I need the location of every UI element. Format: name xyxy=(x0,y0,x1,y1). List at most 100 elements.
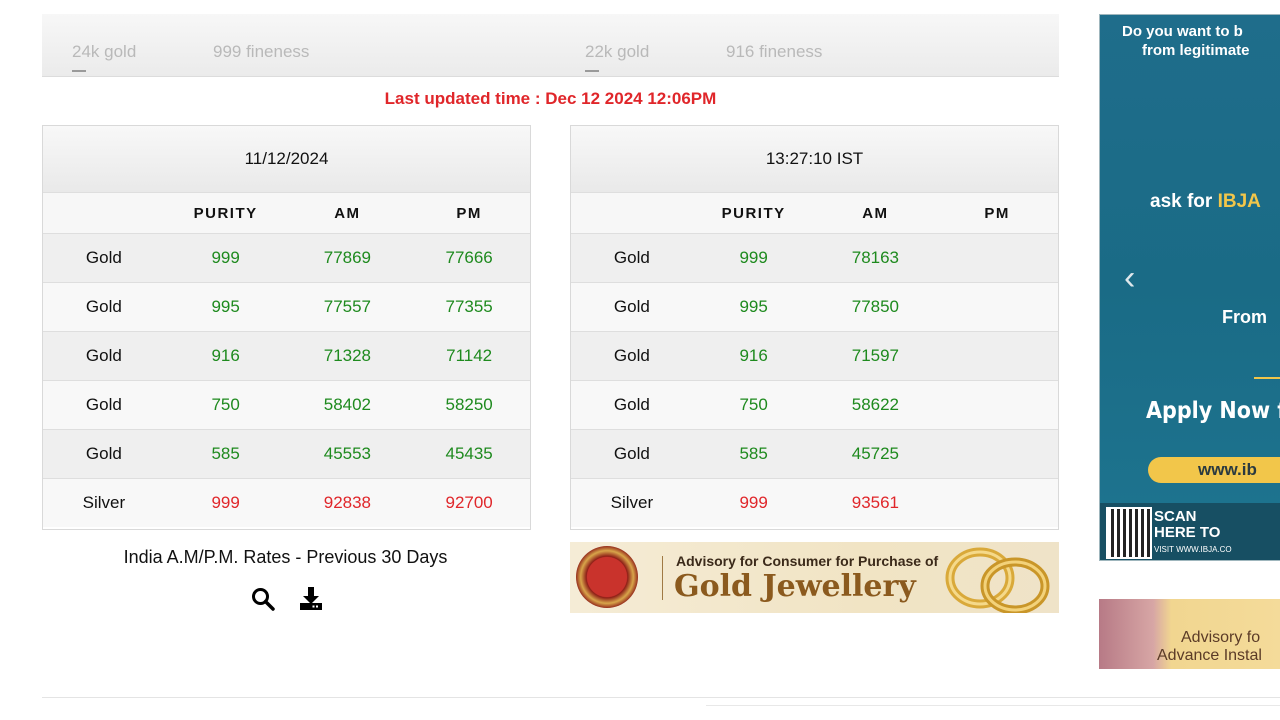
purity-cell: 995 xyxy=(739,297,768,316)
ad-ask-for: ask for IBJA xyxy=(1150,191,1261,213)
pm-rate-cell xyxy=(936,332,1058,380)
table-row: Silver 999 92838 92700 xyxy=(43,479,530,527)
table-time: 13:27:10 IST xyxy=(571,126,1058,193)
metal-cell: Gold xyxy=(613,444,650,463)
advisory-banner[interactable]: Advisory for Consumer for Purchase of Go… xyxy=(570,542,1059,613)
am-rate-cell: 45725 xyxy=(851,444,900,463)
pm-rate-cell: 77666 xyxy=(445,248,493,267)
header-am: AM xyxy=(334,204,361,222)
purity-cell: 585 xyxy=(739,444,768,463)
header-metal xyxy=(43,193,165,233)
last-updated-time: Last updated time : Dec 12 2024 12:06PM xyxy=(384,89,717,108)
table-row: Gold 585 45553 45435 xyxy=(43,430,530,479)
ad-headline2: from legitimate xyxy=(1142,42,1250,59)
ad-scan-line1: SCAN xyxy=(1154,508,1197,525)
pm-rate-cell xyxy=(936,283,1058,331)
table-row: Gold 999 77869 77666 xyxy=(43,234,530,283)
purity-cell: 999 xyxy=(211,248,240,267)
am-rate-cell: 77557 xyxy=(323,297,372,316)
pm-rate-cell xyxy=(936,430,1058,478)
ad2-line1: Advisory fo xyxy=(1181,629,1261,646)
table-row: Gold 750 58622 xyxy=(571,381,1058,430)
header-am: AM xyxy=(862,204,889,222)
tab-indicator xyxy=(72,70,86,72)
download-icon[interactable] xyxy=(298,586,324,612)
am-rate-cell: 45553 xyxy=(323,444,372,463)
am-rate-cell: 93561 xyxy=(851,493,900,512)
table-row: Gold 750 58402 58250 xyxy=(43,381,530,430)
header-pm: PM xyxy=(456,204,482,222)
ibja-seal-logo xyxy=(576,546,638,608)
qr-code-icon xyxy=(1106,507,1152,559)
carousel-prev-arrow[interactable]: ‹ xyxy=(1124,261,1150,295)
pm-rate-cell: 77355 xyxy=(445,297,493,316)
ad-apply-now: Apply Now f xyxy=(1146,398,1280,424)
divider xyxy=(662,556,663,600)
purity-cell: 999 xyxy=(739,493,768,512)
previous-rates-table: 11/12/2024 PURITY AM PM Gold 999 77869 7… xyxy=(42,125,531,530)
am-rate-cell: 58622 xyxy=(851,395,900,414)
ad-ask-prefix: ask for xyxy=(1150,191,1218,212)
metal-cell: Gold xyxy=(613,395,650,414)
am-rate-cell: 58402 xyxy=(323,395,372,414)
tab-999-fineness[interactable]: 999 fineness xyxy=(213,42,309,62)
tab-916-fineness[interactable]: 916 fineness xyxy=(726,42,822,62)
ad-visit: VISIT WWW.IBJA.CO xyxy=(1154,545,1232,554)
purity-cell: 999 xyxy=(739,248,768,267)
table-header-row: PURITY AM PM xyxy=(43,193,530,234)
pm-rate-cell xyxy=(936,381,1058,429)
pm-rate-cell: 58250 xyxy=(445,395,493,414)
advisory-line1: Advisory for Consumer for Purchase of xyxy=(676,553,939,569)
table-date: 11/12/2024 xyxy=(43,126,530,193)
header-purity: PURITY xyxy=(193,204,258,222)
rate-actions xyxy=(250,586,324,612)
am-rate-cell: 71597 xyxy=(851,346,900,365)
metal-cell: Gold xyxy=(85,248,122,267)
ad-divider xyxy=(1254,377,1280,379)
previous-30-days-link[interactable]: India A.M/P.M. Rates - Previous 30 Days xyxy=(42,547,529,568)
purity-cell: 999 xyxy=(211,493,240,512)
ad-scan: SCAN HERE TO xyxy=(1154,509,1220,541)
metal-cell: Gold xyxy=(85,395,122,414)
advisory-line2: Gold Jewellery xyxy=(674,569,916,604)
table-row: Gold 585 45725 xyxy=(571,430,1058,479)
table-body: Gold 999 78163 Gold 995 77850 Gold 916 7… xyxy=(571,234,1058,527)
advisory-advertisement[interactable]: Advisory fo Advance Instal xyxy=(1099,599,1280,669)
current-rates-table: 13:27:10 IST PURITY AM PM Gold 999 78163… xyxy=(570,125,1059,530)
metal-cell: Gold xyxy=(85,444,122,463)
purity-cell: 916 xyxy=(739,346,768,365)
purity-cell: 916 xyxy=(211,346,240,365)
table-row: Gold 995 77850 xyxy=(571,283,1058,332)
pm-rate-cell xyxy=(936,234,1058,282)
footer-divider xyxy=(706,705,1280,706)
search-icon[interactable] xyxy=(250,586,276,612)
header-pm: PM xyxy=(984,204,1010,222)
tab-24k-gold[interactable]: 24k gold xyxy=(72,42,136,62)
ad-from: From xyxy=(1222,307,1267,327)
ad-scan-line2: HERE TO xyxy=(1154,524,1221,541)
karat-tabs-strip: 24k gold 999 fineness 22k gold 916 finen… xyxy=(42,14,1059,77)
metal-cell: Gold xyxy=(613,248,650,267)
table-row: Gold 999 78163 xyxy=(571,234,1058,283)
metal-cell: Silver xyxy=(82,493,126,512)
footer-divider xyxy=(42,697,1280,698)
purity-cell: 995 xyxy=(211,297,240,316)
pm-rate-cell: 45435 xyxy=(445,444,493,463)
tab-22k-gold[interactable]: 22k gold xyxy=(585,42,649,62)
metal-cell: Gold xyxy=(85,346,122,365)
ibja-advertisement[interactable]: Do you want to b from legitimate ask for… xyxy=(1099,14,1280,561)
header-metal xyxy=(571,193,693,233)
ad-headline1: Do you want to b xyxy=(1122,23,1243,40)
table-body: Gold 999 77869 77666 Gold 995 77557 7735… xyxy=(43,234,530,527)
am-rate-cell: 92838 xyxy=(323,493,372,512)
metal-cell: Gold xyxy=(613,297,650,316)
am-rate-cell: 77850 xyxy=(851,297,900,316)
table-row: Gold 916 71328 71142 xyxy=(43,332,530,381)
am-rate-cell: 78163 xyxy=(851,248,900,267)
table-row: Gold 916 71597 xyxy=(571,332,1058,381)
ad2-line2: Advance Instal xyxy=(1157,647,1262,664)
metal-cell: Gold xyxy=(85,297,122,316)
table-header-row: PURITY AM PM xyxy=(571,193,1058,234)
tab-indicator xyxy=(585,70,599,72)
purity-cell: 585 xyxy=(211,444,240,463)
